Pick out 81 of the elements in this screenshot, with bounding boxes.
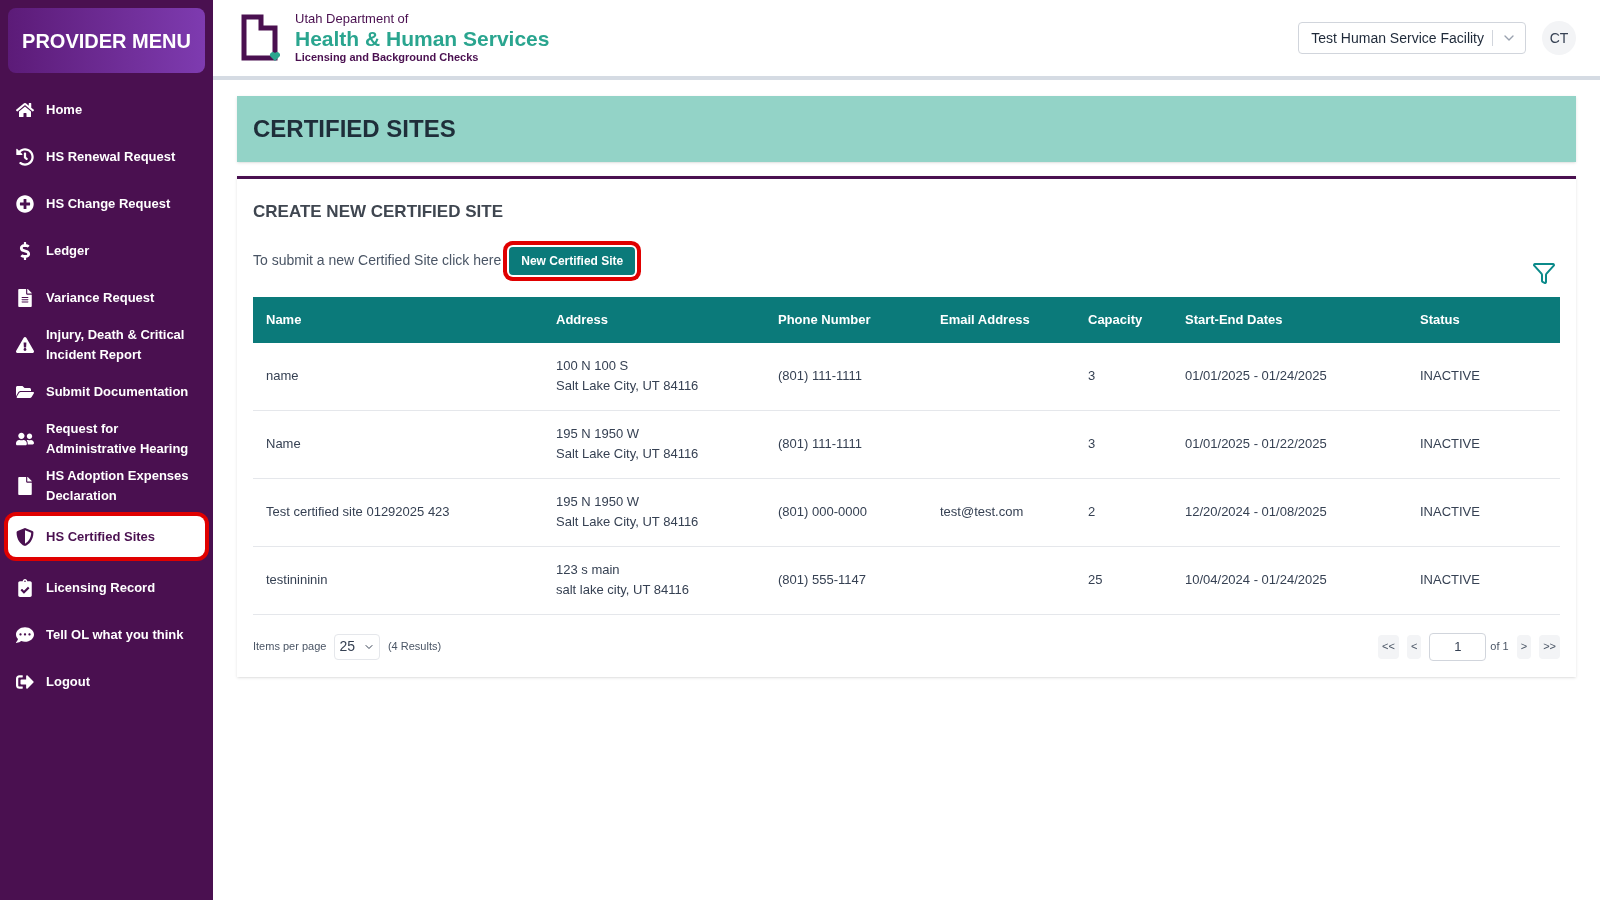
chat-icon	[16, 625, 34, 644]
previous-page-button[interactable]: <	[1406, 634, 1422, 659]
table-cell-text: 10/04/2024 - 01/24/2025	[1185, 571, 1328, 589]
history-icon	[16, 147, 34, 166]
page-count: of 1	[1490, 639, 1509, 655]
document-icon	[16, 288, 34, 307]
table-row[interactable]: name 100 N 100 S Salt Lake City, UT 84116 (801) 111-1111 3 01/01/2025 - 01/24/2025 INACTIVE	[253, 342, 1560, 411]
table-cell-text: (801) 111-1111	[778, 367, 864, 385]
table-cell-text: 01/01/2025 - 01/24/2025	[1185, 367, 1328, 385]
sidebar-item[interactable]: Licensing Record	[8, 567, 205, 608]
table-cell-text: 195 N 1950 W	[556, 425, 641, 443]
checklist-icon	[16, 578, 34, 597]
table-cell-text: (801) 000-0000	[778, 503, 868, 521]
instruction-text: To submit a new Certified Site click here	[253, 251, 502, 270]
table-cell-text: Salt Lake City, UT 84116	[556, 513, 700, 531]
sidebar-item[interactable]: Tell OL what you think	[8, 614, 205, 655]
column-header: Start-End Dates	[1185, 311, 1283, 327]
table-cell-text: Name	[266, 435, 302, 453]
logo-subtitle: Licensing and Background Checks	[295, 51, 480, 65]
table-cell-text: 01/01/2025 - 01/22/2025	[1185, 435, 1328, 453]
logo-title: Health & Human Services	[295, 27, 550, 52]
column-header: Address	[556, 311, 609, 327]
sidebar-item[interactable]: Injury, Death & Critical Incident Report	[8, 324, 205, 365]
table-cell-text: testinininin	[266, 571, 329, 589]
column-header: Status	[1420, 311, 1460, 327]
table-cell-text: INACTIVE	[1420, 571, 1481, 589]
filter-icon[interactable]	[1532, 260, 1556, 285]
table-cell-text: 2	[1088, 503, 1097, 521]
first-page-button[interactable]: <<	[1378, 634, 1399, 659]
sidebar-item[interactable]: Request for Administrative Hearing	[8, 418, 205, 459]
table-cell-text: 25	[1088, 571, 1104, 589]
items-per-page-label: Items per page	[253, 639, 327, 655]
column-header: Name	[266, 311, 302, 327]
column-header: Email Address	[940, 311, 1030, 327]
sidebar-item[interactable]: Logout	[8, 661, 205, 702]
table-cell-text: Salt Lake City, UT 84116	[556, 377, 700, 395]
table-cell-text: INACTIVE	[1420, 367, 1481, 385]
shield-icon	[16, 527, 34, 546]
results-count: (4 Results)	[387, 639, 442, 655]
items-per-page-select[interactable]: 25	[334, 633, 380, 660]
table-cell-text: INACTIVE	[1420, 435, 1481, 453]
table-cell-text: Salt Lake City, UT 84116	[556, 445, 700, 463]
column-header: Phone Number	[778, 311, 871, 327]
table-cell-text: (801) 111-1111	[778, 435, 864, 453]
sidebar-item[interactable]: Home	[8, 89, 205, 130]
table-cell-text: 123 s main	[556, 561, 621, 579]
logo-line: Utah Department of	[295, 11, 410, 28]
table-cell-text: 12/20/2024 - 01/08/2025	[1185, 503, 1328, 521]
next-page-button[interactable]: >	[1516, 634, 1532, 659]
table-row[interactable]: testinininin 123 s main salt lake city, UT 84116 (801) 555-1147 25 10/04/2024 - 01/24/2025 INACTIVE	[253, 546, 1560, 615]
page-input[interactable]: 1	[1429, 632, 1487, 661]
sidebar-title: PROVIDER MENU	[8, 8, 205, 73]
facility-select[interactable]: Test Human Service Facility	[1298, 22, 1526, 54]
file-icon	[16, 476, 34, 495]
table-cell-text: 3	[1088, 367, 1097, 385]
sidebar-item[interactable]: HS Change Request	[8, 183, 205, 224]
warning-icon	[16, 335, 34, 354]
column-header: Capacity	[1088, 311, 1143, 327]
section-heading: CREATE NEW CERTIFIED SITE	[253, 201, 504, 223]
table-cell-text: 100 N 100 S	[556, 357, 630, 375]
utah-logo-icon	[241, 14, 283, 62]
table-cell-text: test@test.com	[940, 503, 1025, 521]
table-cell-text: INACTIVE	[1420, 503, 1481, 521]
table-cell-text: name	[266, 367, 300, 385]
sidebar-item[interactable]: Ledger	[8, 230, 205, 271]
sidebar-item[interactable]: HS Adoption Expenses Declaration	[8, 465, 205, 506]
sidebar-item[interactable]: Submit Documentation	[8, 371, 205, 412]
logout-icon	[16, 672, 34, 691]
avatar[interactable]: CT	[1542, 21, 1576, 55]
table-row[interactable]: Name 195 N 1950 W Salt Lake City, UT 84116 (801) 111-1111 3 01/01/2025 - 01/22/2025 INACTIVE	[253, 410, 1560, 479]
table-cell-text: salt lake city, UT 84116	[556, 581, 690, 599]
table-cell-text: (801) 555-1147	[778, 571, 867, 589]
last-page-button[interactable]: >>	[1539, 634, 1560, 659]
table-cell-text: 3	[1088, 435, 1097, 453]
table-cell-text: Test certified site 01292025 423	[266, 503, 451, 521]
page-title: CERTIFIED SITES	[253, 114, 456, 144]
table-row[interactable]: Test certified site 01292025 423 195 N 1950 W Salt Lake City, UT 84116 (801) 000-0000 test@test.com 2 12/20/2024 - 01/08/2025 INACTIVE	[253, 478, 1560, 547]
sidebar-item[interactable]: HS Renewal Request	[8, 136, 205, 177]
table-cell-text: 195 N 1950 W	[556, 493, 641, 511]
home-icon	[16, 100, 34, 119]
sidebar-item[interactable]: Variance Request	[8, 277, 205, 318]
